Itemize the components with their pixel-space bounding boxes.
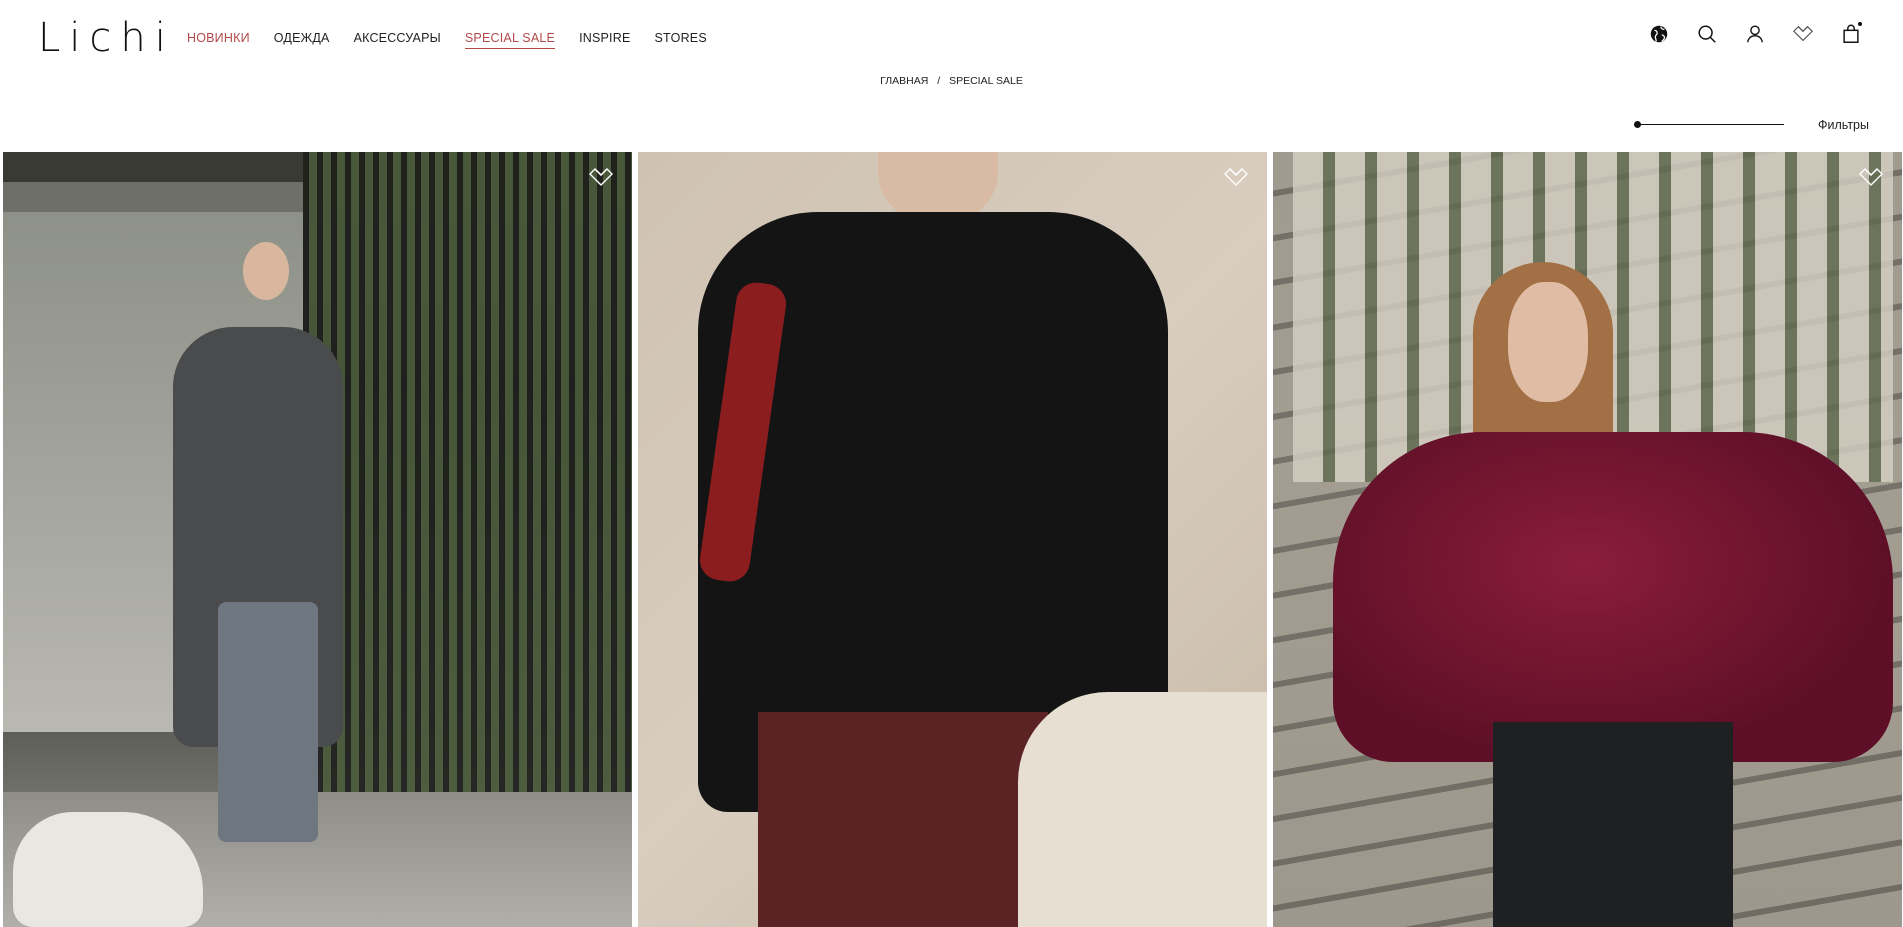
grid-size-slider[interactable] <box>1634 120 1785 130</box>
filters-button[interactable]: Фильтры <box>1818 118 1869 132</box>
wishlist-heart-icon[interactable] <box>1858 166 1884 188</box>
product-image[interactable] <box>1273 152 1902 927</box>
wishlist-heart-icon[interactable] <box>1223 166 1249 188</box>
slider-track <box>1634 124 1785 125</box>
product-image[interactable] <box>638 152 1267 927</box>
wishlist-icon[interactable] <box>1791 22 1815 46</box>
slider-knob[interactable] <box>1634 121 1642 128</box>
globe-icon[interactable] <box>1647 22 1671 46</box>
nav-item-clothing[interactable]: ОДЕЖДА <box>274 30 330 49</box>
breadcrumb: ГЛАВНАЯ / SPECIAL SALE <box>0 75 1903 87</box>
wishlist-heart-icon[interactable] <box>588 166 614 188</box>
nav-item-new[interactable]: НОВИНКИ <box>187 30 250 49</box>
product-card[interactable] <box>1273 152 1902 927</box>
cart-indicator-dot <box>1858 22 1862 26</box>
header-icons <box>1647 22 1863 46</box>
product-card[interactable] <box>638 152 1267 927</box>
breadcrumb-separator: / <box>937 75 941 87</box>
site-header: Lichi НОВИНКИ ОДЕЖДА АКСЕССУАРЫ SPECIAL … <box>0 0 1903 75</box>
filters-row: Фильтры <box>1634 118 1869 132</box>
nav-item-special-sale[interactable]: SPECIAL SALE <box>464 30 556 49</box>
main-nav: НОВИНКИ ОДЕЖДА АКСЕССУАРЫ SPECIAL SALE I… <box>187 30 731 49</box>
product-card[interactable] <box>3 152 632 927</box>
brand-logo[interactable]: Lichi <box>38 14 175 62</box>
nav-item-stores[interactable]: STORES <box>655 30 707 49</box>
account-icon[interactable] <box>1743 22 1767 46</box>
breadcrumb-home[interactable]: ГЛАВНАЯ <box>880 75 928 87</box>
nav-item-inspire[interactable]: INSPIRE <box>579 30 630 49</box>
search-icon[interactable] <box>1695 22 1719 46</box>
cart-icon[interactable] <box>1839 22 1863 46</box>
breadcrumb-current: SPECIAL SALE <box>949 75 1023 87</box>
nav-item-accessories[interactable]: АКСЕССУАРЫ <box>354 30 441 49</box>
product-grid <box>3 152 1902 927</box>
product-image[interactable] <box>3 152 632 927</box>
